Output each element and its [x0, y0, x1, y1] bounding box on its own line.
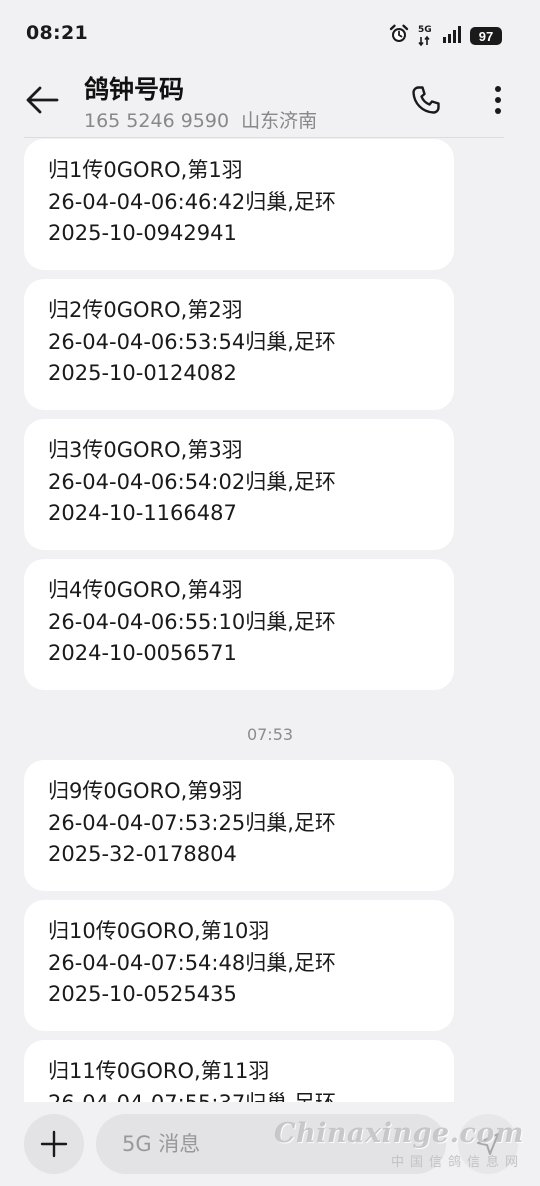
message-line: 归11传0GORO,第11羽 — [48, 1059, 270, 1083]
send-icon — [477, 1133, 499, 1155]
status-time: 08:21 — [26, 22, 88, 44]
message-line: 26-04-04-06:55:10归巢,足环 — [48, 609, 336, 634]
contact-subtitle: 165 5246 9590 山东济南 — [84, 106, 317, 133]
phone-icon — [412, 86, 440, 114]
message-bubble[interactable]: 归11传0GORO,第11羽 26-04-04-07:55:37归巢,足环 — [24, 1040, 454, 1102]
more-options-button[interactable] — [476, 78, 520, 122]
message-line: 26-04-04-07:54:48归巢,足环 — [48, 950, 336, 975]
input-bar — [0, 1102, 540, 1186]
call-button[interactable] — [404, 78, 448, 122]
message-line: 2025-10-0942941 — [48, 221, 237, 245]
message-bubble[interactable]: 归3传0GORO,第3羽 26-04-04-06:54:02归巢,足环 2024… — [24, 419, 454, 550]
time-divider: 07:53 — [246, 725, 294, 744]
plus-icon — [40, 1130, 68, 1158]
message-line: 26-04-04-06:54:02归巢,足环 — [48, 469, 336, 494]
signal-icon — [442, 24, 462, 48]
message-line: 归4传0GORO,第4羽 — [48, 578, 243, 602]
message-list[interactable]: 归1传0GORO,第1羽 26-04-04-06:46:42归巢,足环 2025… — [0, 138, 540, 1102]
more-vertical-icon — [495, 86, 501, 114]
message-line: 26-04-04-07:53:25归巢,足环 — [48, 810, 336, 835]
send-button[interactable] — [458, 1114, 518, 1174]
add-attachment-button[interactable] — [24, 1114, 84, 1174]
message-line: 2024-10-0056571 — [48, 641, 237, 665]
message-input[interactable] — [96, 1114, 446, 1174]
message-line: 2025-10-0525435 — [48, 982, 237, 1006]
status-bar: 08:21 5G 97 — [0, 0, 540, 70]
message-bubble[interactable]: 归4传0GORO,第4羽 26-04-04-06:55:10归巢,足环 2024… — [24, 559, 454, 690]
status-icons: 5G 97 — [388, 24, 502, 48]
message-line: 2025-10-0124082 — [48, 361, 237, 385]
conversation-header: 鸽钟号码 165 5246 9590 山东济南 — [0, 64, 540, 136]
back-button[interactable] — [20, 78, 64, 122]
back-arrow-icon — [26, 86, 59, 114]
message-bubble[interactable]: 归9传0GORO,第9羽 26-04-04-07:53:25归巢,足环 2025… — [24, 760, 454, 891]
message-line: 26-04-04-06:46:42归巢,足环 — [48, 189, 336, 214]
contact-phone-number: 165 5246 9590 — [84, 110, 230, 132]
message-line: 26-04-04-06:53:54归巢,足环 — [48, 329, 336, 354]
message-line: 归2传0GORO,第2羽 — [48, 298, 243, 322]
network-5g-icon: 5G — [418, 25, 434, 47]
message-line: 归9传0GORO,第9羽 — [48, 779, 243, 803]
alarm-icon — [388, 23, 410, 49]
contact-name: 鸽钟号码 — [84, 75, 185, 104]
contact-location: 山东济南 — [241, 110, 318, 132]
message-bubble[interactable]: 归1传0GORO,第1羽 26-04-04-06:46:42归巢,足环 2025… — [24, 139, 454, 270]
message-line: 2025-32-0178804 — [48, 842, 237, 866]
message-line: 2024-10-1166487 — [48, 501, 237, 525]
message-line: 归1传0GORO,第1羽 — [48, 158, 243, 182]
message-line: 26-04-04-07:55:37归巢,足环 — [48, 1088, 430, 1103]
message-bubble[interactable]: 归10传0GORO,第10羽 26-04-04-07:54:48归巢,足环 20… — [24, 900, 454, 1031]
message-line: 归3传0GORO,第3羽 — [48, 438, 243, 462]
message-line: 归10传0GORO,第10羽 — [48, 919, 270, 943]
battery-icon: 97 — [470, 27, 502, 45]
message-bubble[interactable]: 归2传0GORO,第2羽 26-04-04-06:53:54归巢,足环 2025… — [24, 279, 454, 410]
